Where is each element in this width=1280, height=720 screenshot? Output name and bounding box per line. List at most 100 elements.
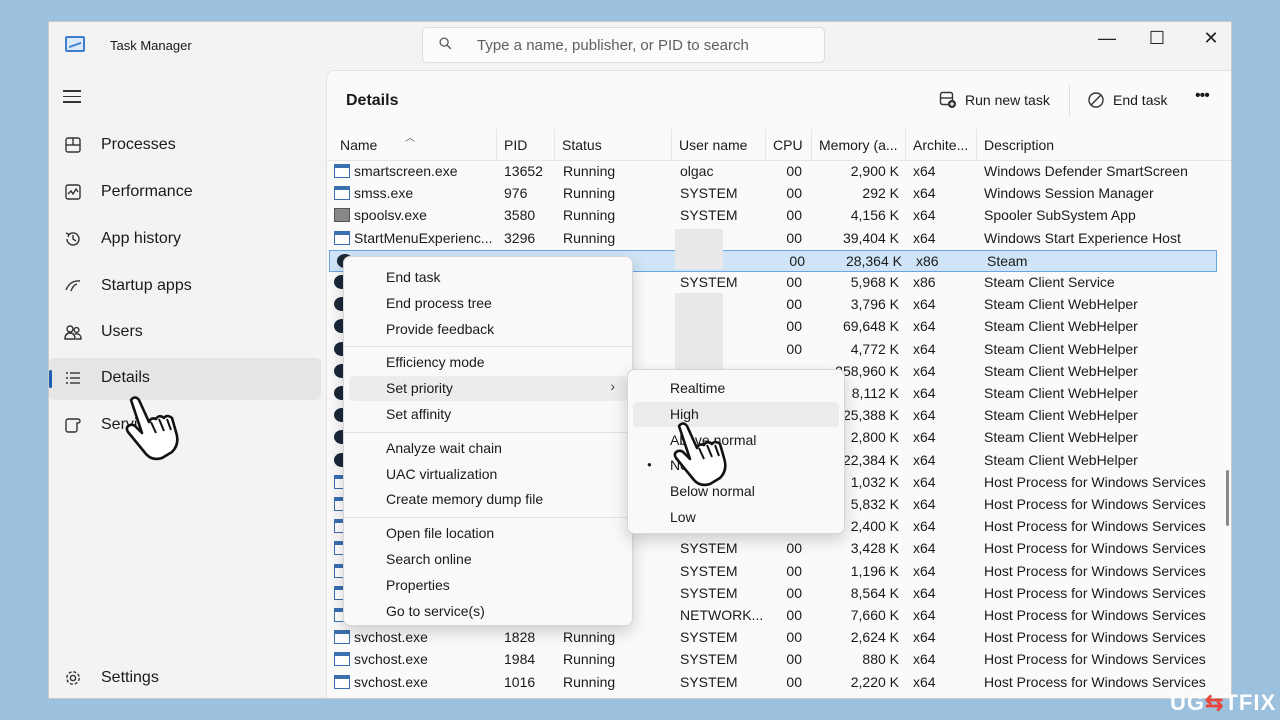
menu-item-label: Efficiency mode bbox=[386, 354, 485, 371]
cell-desc: Steam Client WebHelper bbox=[984, 429, 1138, 446]
table-row[interactable]: smss.exe 976 Running SYSTEM 00 292 K x64 Window… bbox=[327, 183, 1219, 205]
more-options-button[interactable]: ••• bbox=[1195, 87, 1210, 105]
sidebar-item-app-history[interactable]: App history bbox=[49, 219, 321, 261]
cell-desc: Windows Session Manager bbox=[984, 185, 1154, 202]
column-name[interactable]: Name bbox=[333, 129, 497, 161]
table-row[interactable]: svchost.exe 1016 Running SYSTEM 00 2,220 K x64… bbox=[327, 672, 1219, 694]
cell-cpu: 00 bbox=[786, 629, 802, 646]
cell-user: SYSTEM bbox=[680, 651, 738, 668]
column-architecture[interactable]: Archite... bbox=[906, 129, 977, 161]
search-box[interactable]: Type a name, publisher, or PID to search bbox=[422, 27, 825, 63]
cell-pid: 13652 bbox=[504, 163, 543, 179]
column-user-name[interactable]: User name bbox=[672, 129, 766, 161]
sidebar-item-label: Startup apps bbox=[101, 277, 192, 294]
menu-item-set-priority[interactable]: Set priority › bbox=[349, 376, 627, 402]
cell-desc: Host Process for Windows Services bbox=[984, 562, 1206, 579]
sort-ascending-icon: ︿ bbox=[405, 133, 415, 144]
redaction-block bbox=[675, 229, 723, 269]
vertical-scrollbar[interactable] bbox=[1226, 470, 1229, 526]
cell-arch: x64 bbox=[913, 473, 936, 490]
cell-pid: 1828 bbox=[504, 629, 536, 646]
cell-user: SYSTEM bbox=[680, 584, 738, 601]
cell-user: SYSTEM bbox=[680, 185, 738, 202]
menu-item-set-affinity[interactable]: Set affinity bbox=[349, 402, 627, 427]
cell-mem: 2,900 K bbox=[850, 163, 899, 179]
cell-cpu: 00 bbox=[786, 229, 802, 246]
cell-arch: x64 bbox=[913, 673, 936, 690]
sidebar-item-performance[interactable]: Performance bbox=[49, 172, 321, 214]
cell-arch: x64 bbox=[913, 296, 936, 313]
cell-desc: Steam Client WebHelper bbox=[984, 318, 1138, 335]
column-pid[interactable]: PID bbox=[497, 129, 555, 161]
menu-item-uac-virtualization[interactable]: UAC virtualization bbox=[349, 462, 627, 487]
menu-item-provide-feedback[interactable]: Provide feedback bbox=[349, 317, 627, 342]
sidebar-item-label: Details bbox=[101, 369, 150, 386]
cell-mem: 39,404 K bbox=[842, 229, 899, 246]
priority-option-below-normal[interactable]: Below normal bbox=[633, 479, 839, 504]
menu-item-create-memory-dump-file[interactable]: Create memory dump file bbox=[349, 487, 627, 512]
menu-item-efficiency-mode[interactable]: Efficiency mode bbox=[349, 350, 627, 375]
cell-desc: Host Process for Windows Services bbox=[984, 629, 1206, 646]
priority-option-realtime[interactable]: Realtime bbox=[633, 376, 839, 401]
cell-arch: x64 bbox=[913, 407, 936, 424]
cell-cpu: 00 bbox=[786, 163, 802, 179]
sidebar-item-startup-apps[interactable]: Startup apps bbox=[49, 266, 321, 308]
cell-pid: 976 bbox=[504, 185, 528, 202]
cell-status: Running bbox=[563, 629, 616, 646]
minimize-button[interactable]: — bbox=[1081, 22, 1133, 54]
menu-item-label: Set priority bbox=[386, 380, 453, 397]
menu-item-analyze-wait-chain[interactable]: Analyze wait chain bbox=[349, 436, 627, 461]
sidebar-item-services[interactable]: Services bbox=[49, 405, 321, 447]
table-row[interactable]: StartMenuExperienc... 3296 Running 00 39,404… bbox=[327, 228, 1219, 250]
cell-user: SYSTEM bbox=[680, 274, 738, 290]
cell-name: smss.exe bbox=[354, 185, 414, 202]
menu-item-label: UAC virtualization bbox=[386, 465, 498, 482]
cell-mem: 3,796 K bbox=[850, 296, 899, 313]
cell-status: Running bbox=[563, 229, 616, 246]
priority-option-low[interactable]: Low bbox=[633, 505, 839, 530]
table-row[interactable]: svchost.exe 1984 Running SYSTEM 00 880 K x64 Ho… bbox=[327, 649, 1219, 671]
close-button[interactable]: ✕ bbox=[1185, 22, 1231, 54]
table-row[interactable]: smartscreen.exe 13652 Running olgac 00 2,900 … bbox=[327, 161, 1219, 183]
menu-item-end-process-tree[interactable]: End process tree bbox=[349, 291, 627, 316]
cell-desc: Host Process for Windows Services bbox=[984, 584, 1206, 601]
cell-desc: Steam Client WebHelper bbox=[984, 296, 1138, 313]
cell-desc: Steam Client Service bbox=[984, 274, 1115, 290]
hamburger-menu-icon[interactable] bbox=[63, 90, 81, 104]
column-description[interactable]: Description bbox=[977, 129, 1217, 161]
cell-name: spoolsv.exe bbox=[354, 207, 427, 224]
column-memory[interactable]: Memory (a... bbox=[812, 129, 906, 161]
maximize-button[interactable]: ☐ bbox=[1131, 22, 1183, 54]
column-status[interactable]: Status bbox=[555, 129, 672, 161]
menu-item-search-online[interactable]: Search online bbox=[349, 547, 627, 572]
sidebar-item-users[interactable]: Users bbox=[49, 312, 321, 354]
cell-arch: x64 bbox=[913, 185, 936, 202]
sidebar-item-processes[interactable]: Processes bbox=[49, 125, 321, 167]
table-row[interactable]: svchost.exe 1828 Running SYSTEM 00 2,624 K x64… bbox=[327, 627, 1219, 649]
sidebar-item-label: Users bbox=[101, 323, 143, 340]
cell-arch: x86 bbox=[916, 252, 939, 269]
menu-item-properties[interactable]: Properties bbox=[349, 573, 627, 598]
end-task-button[interactable]: End task bbox=[1087, 91, 1167, 109]
table-row[interactable]: spoolsv.exe 3580 Running SYSTEM 00 4,156 K x64… bbox=[327, 205, 1219, 227]
menu-item-label: Analyze wait chain bbox=[386, 439, 502, 456]
sidebar-item-settings[interactable]: Settings bbox=[49, 658, 321, 698]
cell-desc: Steam bbox=[987, 252, 1028, 269]
menu-item-open-file-location[interactable]: Open file location bbox=[349, 521, 627, 546]
priority-option-high[interactable]: High bbox=[633, 401, 839, 427]
cell-cpu: 00 bbox=[786, 540, 802, 557]
cell-mem: 2,220 K bbox=[850, 673, 899, 690]
column-cpu[interactable]: CPU bbox=[766, 129, 812, 161]
cell-cpu: 00 bbox=[786, 584, 802, 601]
cell-arch: x64 bbox=[913, 584, 936, 601]
cell-cpu: 00 bbox=[786, 207, 802, 224]
cell-arch: x64 bbox=[913, 362, 936, 379]
priority-option-normal[interactable]: ●Normal bbox=[633, 453, 839, 478]
priority-option-above-normal[interactable]: Above normal bbox=[633, 428, 839, 453]
menu-item-end-task[interactable]: End task bbox=[349, 265, 627, 290]
run-new-task-button[interactable]: Run new task bbox=[939, 91, 1050, 109]
menu-item-go-to-service-s[interactable]: Go to service(s) bbox=[349, 599, 627, 624]
cell-arch: x64 bbox=[913, 496, 936, 512]
cell-desc: Host Process for Windows Services bbox=[984, 651, 1206, 668]
sidebar-item-details[interactable]: Details bbox=[49, 358, 321, 400]
